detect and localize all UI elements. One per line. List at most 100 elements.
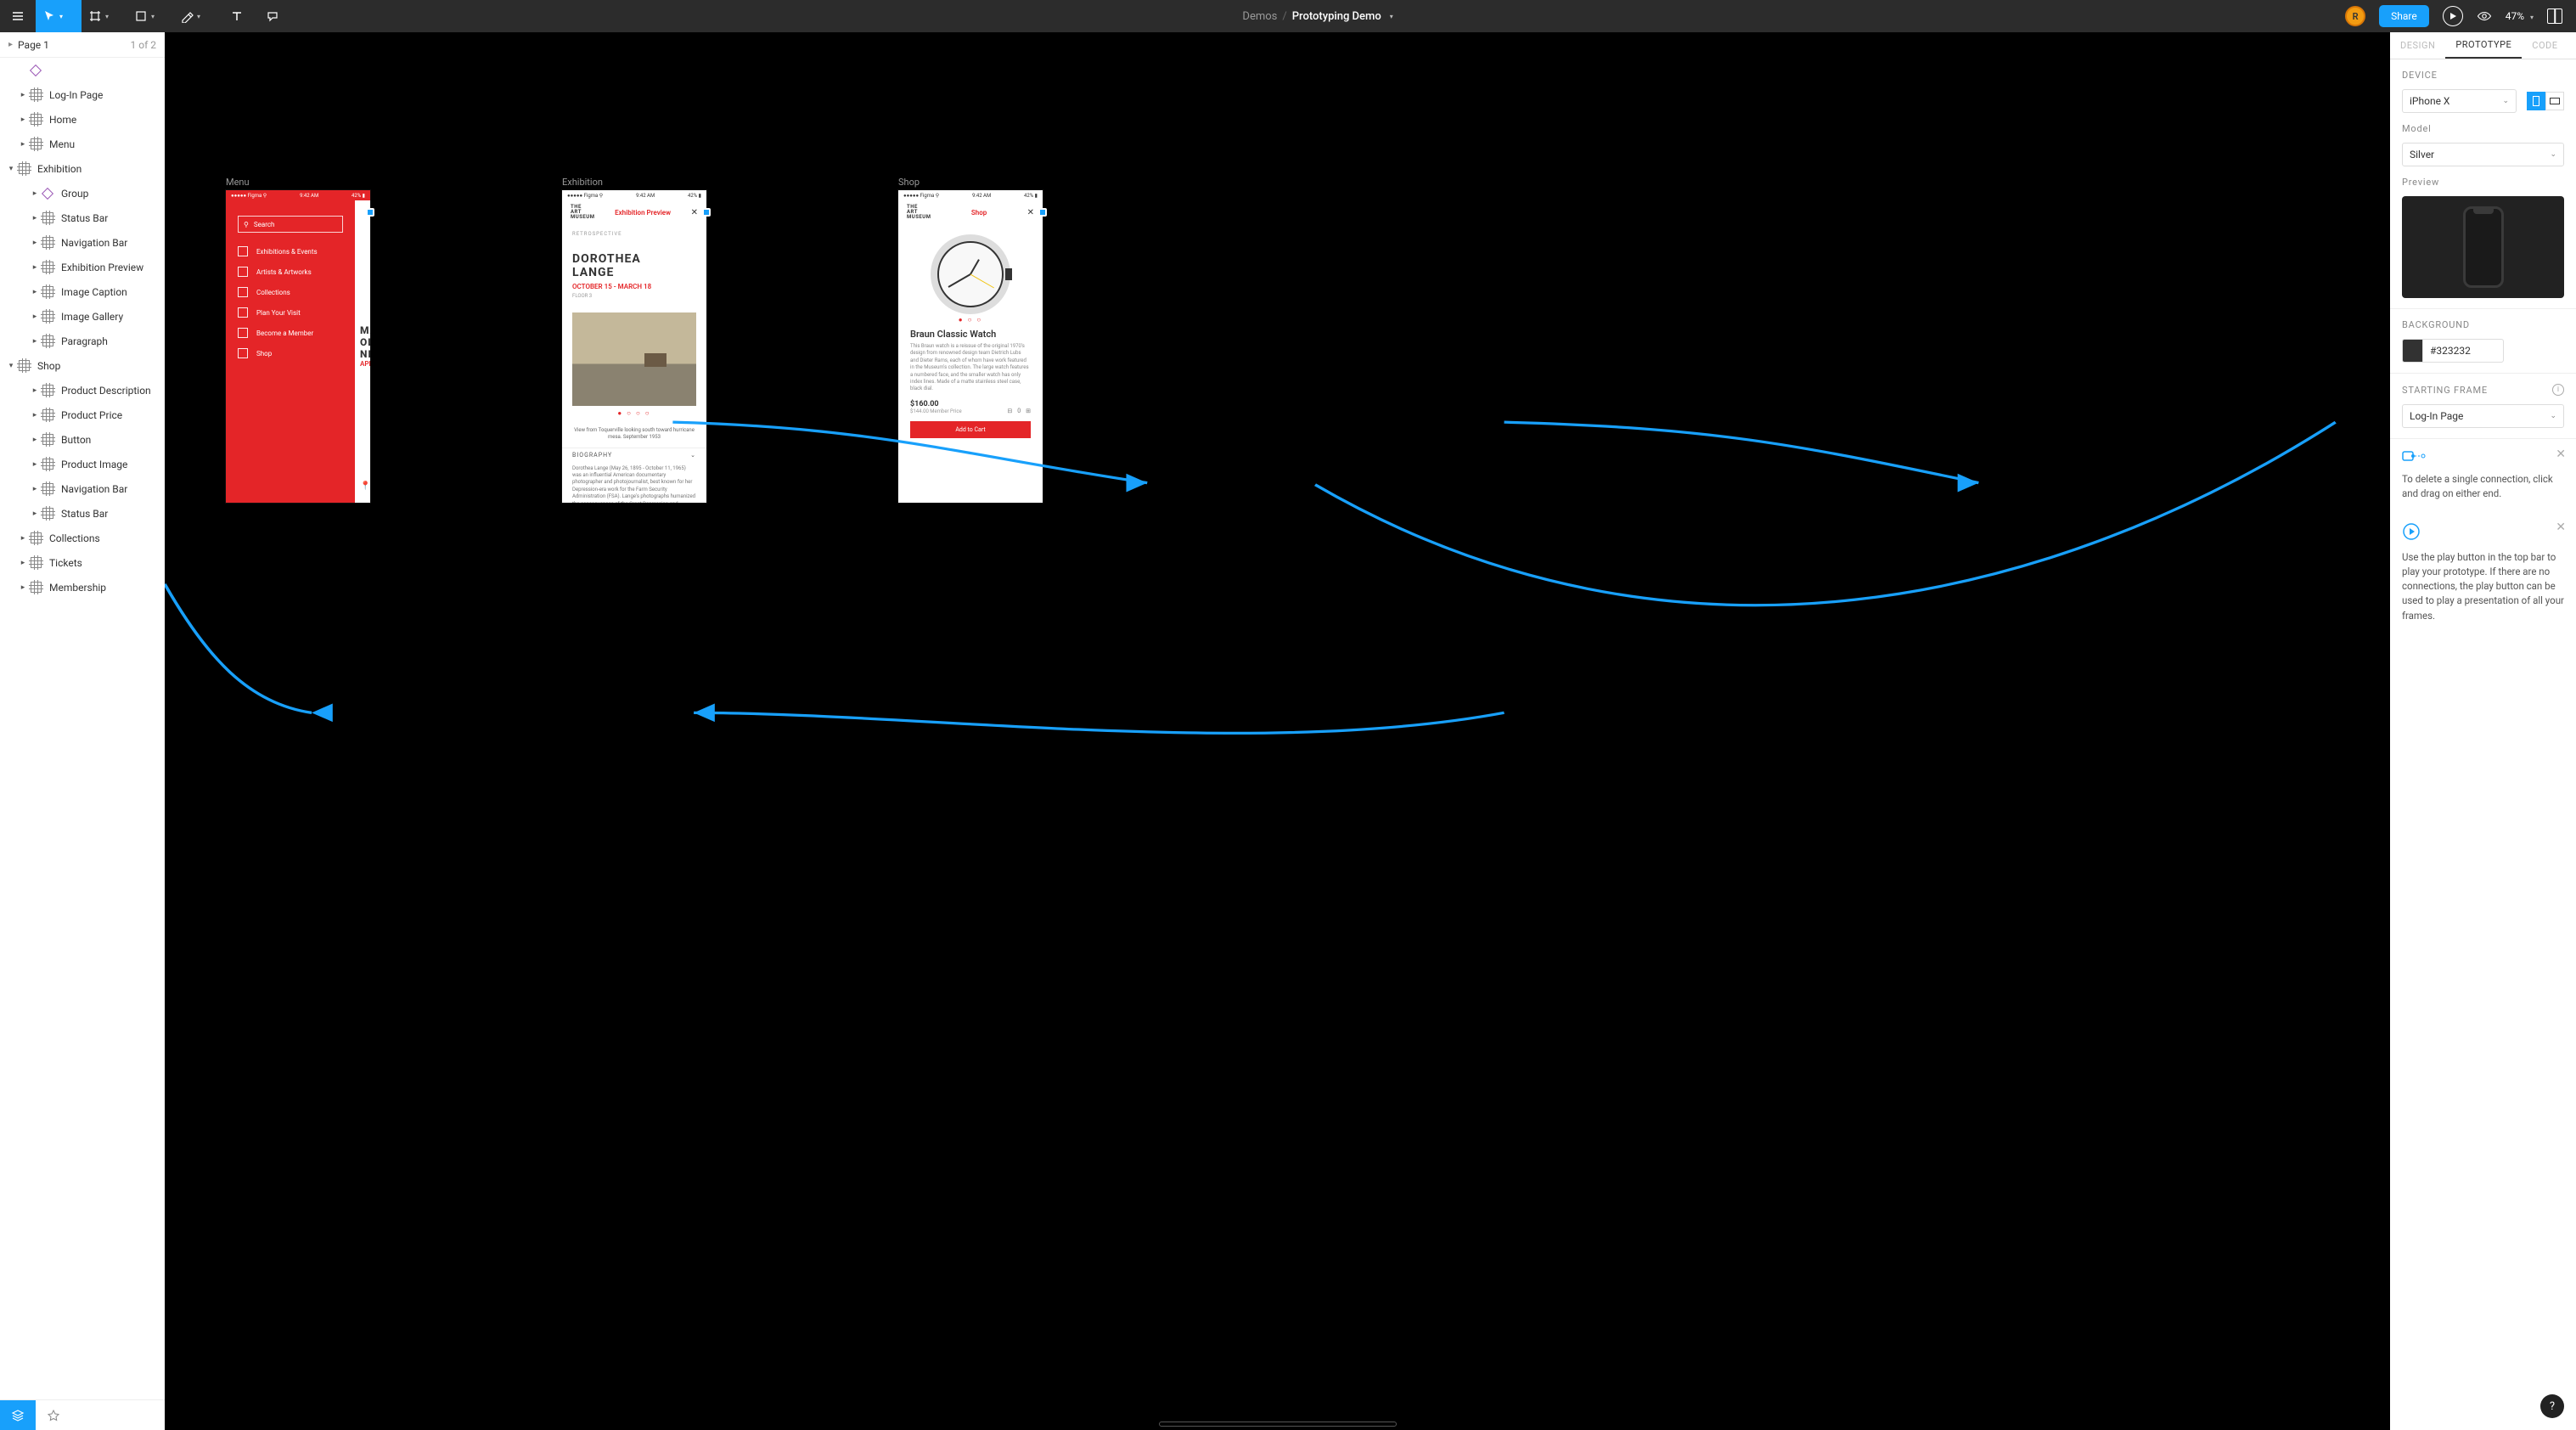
- prototype-handle[interactable]: [366, 208, 374, 217]
- layer-row[interactable]: ▸Navigation Bar: [0, 476, 165, 501]
- layer-row[interactable]: ▸Status Bar: [0, 501, 165, 526]
- orientation-landscape-button[interactable]: [2545, 92, 2564, 110]
- chevron-icon[interactable]: ▸: [19, 115, 27, 124]
- pagination-dots[interactable]: ● ○ ○ ○: [562, 409, 706, 417]
- model-select[interactable]: Silver⌄: [2402, 143, 2564, 166]
- move-tool-button[interactable]: ▾: [36, 0, 82, 32]
- menu-nav-item[interactable]: Collections: [226, 282, 355, 302]
- menu-nav-item[interactable]: Exhibitions & Events: [226, 241, 355, 262]
- chevron-icon[interactable]: ▸: [19, 534, 27, 543]
- info-icon[interactable]: i: [2552, 384, 2564, 396]
- chevron-icon[interactable]: ▾: [7, 362, 15, 370]
- user-avatar[interactable]: R: [2345, 6, 2365, 26]
- layer-row[interactable]: ▸Navigation Bar: [0, 230, 165, 255]
- chevron-down-icon[interactable]: ▾: [1390, 13, 1393, 20]
- shape-tool-button[interactable]: ▾: [127, 0, 173, 32]
- comment-tool-button[interactable]: [255, 0, 290, 32]
- chevron-icon[interactable]: ▸: [31, 386, 39, 395]
- layer-row[interactable]: ▸Status Bar: [0, 205, 165, 230]
- chevron-icon[interactable]: ▸: [19, 559, 27, 567]
- eye-preview-icon[interactable]: [2477, 8, 2492, 24]
- close-tip-button[interactable]: ✕: [2556, 448, 2566, 461]
- layer-row[interactable]: ▸Button: [0, 427, 165, 452]
- tab-code[interactable]: CODE: [2522, 32, 2568, 59]
- layer-row[interactable]: ▸Product Description: [0, 378, 165, 403]
- chevron-icon[interactable]: ▸: [31, 510, 39, 518]
- chevron-icon[interactable]: ▸: [31, 239, 39, 247]
- chevron-icon[interactable]: ▸: [31, 263, 39, 272]
- search-field[interactable]: ⚲ Search: [238, 216, 343, 233]
- layer-row[interactable]: ▸Group: [0, 181, 165, 205]
- text-tool-button[interactable]: [219, 0, 255, 32]
- chevron-icon[interactable]: ▸: [31, 436, 39, 444]
- layer-row[interactable]: ▾Exhibition: [0, 156, 165, 181]
- layer-row[interactable]: ▸Collections: [0, 526, 165, 550]
- tab-design[interactable]: DESIGN: [2390, 32, 2445, 59]
- pagination-dots[interactable]: ● ○ ○: [910, 316, 1031, 324]
- breadcrumb-current[interactable]: Prototyping Demo: [1292, 10, 1381, 23]
- zoom-level[interactable]: 47% ▾: [2506, 10, 2534, 22]
- qty-plus-button[interactable]: ⊞: [1026, 408, 1031, 414]
- layer-row[interactable]: [0, 58, 165, 82]
- page-selector[interactable]: ▸ Page 1 1 of 2: [0, 32, 165, 58]
- prototype-handle[interactable]: [702, 208, 711, 217]
- chevron-icon[interactable]: ▸: [31, 411, 39, 419]
- starting-frame-select[interactable]: Log-In Page⌄: [2402, 404, 2564, 428]
- canvas[interactable]: Menu Exhibition Shop ●●●●● Figma ⚲9:42 A…: [165, 32, 2390, 1430]
- prototype-handle[interactable]: [1038, 208, 1047, 217]
- layer-row[interactable]: ▸Image Gallery: [0, 304, 165, 329]
- layer-row[interactable]: ▸Product Price: [0, 403, 165, 427]
- artboard-shop[interactable]: ●●●●● Figma ⚲9:42 AM42% ▮ THE ART MUSEUM…: [898, 190, 1043, 503]
- chevron-icon[interactable]: ▸: [31, 189, 39, 198]
- hamburger-menu-button[interactable]: [0, 0, 36, 32]
- chevron-icon[interactable]: ▾: [7, 165, 15, 173]
- menu-nav-item[interactable]: Plan Your Visit: [226, 302, 355, 323]
- layer-row[interactable]: ▾Shop: [0, 353, 165, 378]
- layer-row[interactable]: ▸Product Image: [0, 452, 165, 476]
- breadcrumb-parent[interactable]: Demos: [1242, 10, 1277, 23]
- chevron-icon[interactable]: ▸: [31, 214, 39, 222]
- menu-nav-item[interactable]: Artists & Artworks: [226, 262, 355, 282]
- pen-tool-button[interactable]: ▾: [173, 0, 219, 32]
- layer-row[interactable]: ▸Menu: [0, 132, 165, 156]
- artboard-label-shop[interactable]: Shop: [898, 177, 920, 188]
- chevron-icon[interactable]: ▸: [31, 288, 39, 296]
- layer-row[interactable]: ▸Membership: [0, 575, 165, 600]
- layer-row[interactable]: ▸Image Caption: [0, 279, 165, 304]
- orientation-portrait-button[interactable]: [2527, 92, 2545, 110]
- menu-nav-item[interactable]: Become a Member: [226, 323, 355, 343]
- play-prototype-button[interactable]: [2443, 6, 2463, 26]
- horizontal-scrollbar[interactable]: [1159, 1422, 1397, 1427]
- share-button[interactable]: Share: [2379, 5, 2429, 27]
- help-button[interactable]: ?: [2540, 1394, 2564, 1418]
- menu-nav-item[interactable]: Shop: [226, 343, 355, 363]
- color-swatch[interactable]: [2403, 340, 2423, 362]
- layer-row[interactable]: ▸Tickets: [0, 550, 165, 575]
- chevron-icon[interactable]: ▸: [31, 312, 39, 321]
- chevron-icon[interactable]: ▸: [31, 485, 39, 493]
- artboard-label-menu[interactable]: Menu: [226, 177, 250, 188]
- chevron-icon[interactable]: ▸: [19, 140, 27, 149]
- add-to-cart-button[interactable]: Add to Cart: [910, 421, 1031, 438]
- chevron-icon[interactable]: ▸: [31, 337, 39, 346]
- close-tip-button[interactable]: ✕: [2556, 521, 2566, 534]
- assets-tab-button[interactable]: [36, 1400, 71, 1430]
- layer-row[interactable]: ▸Paragraph: [0, 329, 165, 353]
- chevron-icon[interactable]: ▸: [19, 583, 27, 592]
- chevron-icon[interactable]: ▸: [31, 460, 39, 469]
- close-icon[interactable]: ✕: [691, 208, 698, 217]
- device-select[interactable]: iPhone X⌄: [2402, 89, 2517, 113]
- qty-minus-button[interactable]: ⊟: [1007, 408, 1012, 414]
- layers-tab-button[interactable]: [0, 1400, 36, 1430]
- layer-row[interactable]: ▸Log-In Page: [0, 82, 165, 107]
- close-icon[interactable]: ✕: [1027, 208, 1034, 217]
- layer-row[interactable]: ▸Exhibition Preview: [0, 255, 165, 279]
- artboard-menu[interactable]: ●●●●● Figma ⚲9:42 AM42% ▮ ⚲ Search Exhib…: [226, 190, 370, 503]
- frame-tool-button[interactable]: ▾: [82, 0, 127, 32]
- layer-row[interactable]: ▸Home: [0, 107, 165, 132]
- tab-prototype[interactable]: PROTOTYPE: [2445, 32, 2522, 59]
- artboard-label-exhibition[interactable]: Exhibition: [562, 177, 603, 188]
- background-color-input[interactable]: #323232: [2402, 339, 2504, 363]
- chevron-icon[interactable]: ▸: [19, 91, 27, 99]
- library-icon[interactable]: [2547, 8, 2562, 24]
